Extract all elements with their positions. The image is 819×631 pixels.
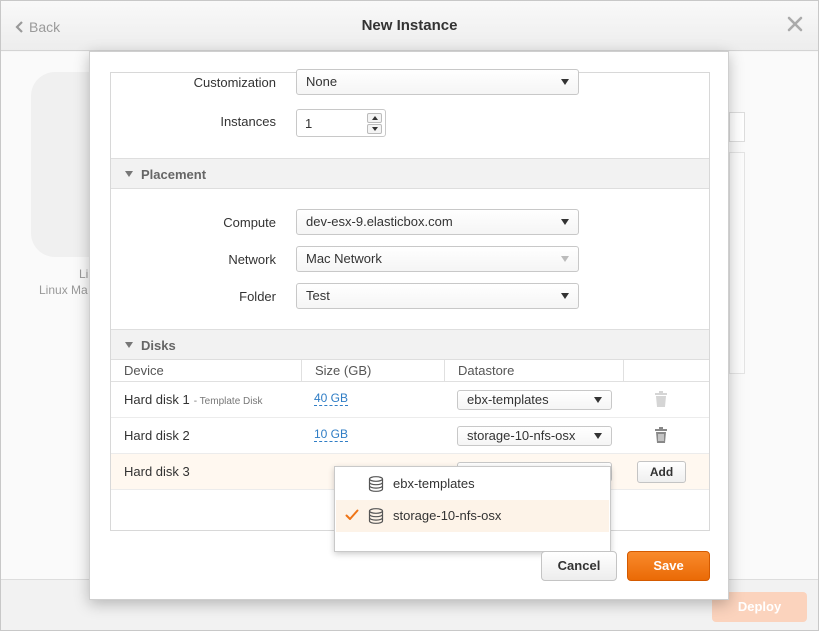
form-panel: Customization None Instances 1 Placement… — [110, 69, 710, 552]
box-card-subtitle: Linux Ma — [39, 283, 88, 297]
network-select[interactable]: Mac Network — [296, 246, 579, 272]
disk-device-name: Hard disk 2 — [124, 428, 190, 443]
template-disk-note: - Template Disk — [193, 396, 263, 407]
caret-down-icon — [594, 397, 602, 403]
customization-select[interactable]: None — [296, 69, 579, 95]
compute-value: dev-esx-9.elasticbox.com — [306, 214, 453, 229]
trash-icon — [655, 391, 667, 407]
placement-section-header[interactable]: Placement — [111, 158, 709, 189]
compute-label: Compute — [223, 215, 276, 230]
box-card-title: Li — [79, 267, 89, 281]
caret-down-icon — [561, 293, 569, 299]
disk-size-link[interactable]: 40 GB — [314, 392, 349, 406]
disk-device: Hard disk 1- Template Disk — [124, 392, 262, 407]
column-header: Device — [124, 363, 164, 378]
column-header: Size (GB) — [315, 363, 372, 378]
collapse-toggle-icon[interactable] — [125, 342, 133, 348]
cancel-button[interactable]: Cancel — [541, 551, 617, 581]
caret-down-icon — [372, 127, 378, 131]
option-label: storage-10-nfs-osx — [393, 508, 502, 523]
database-icon — [368, 508, 384, 524]
disks-section-header[interactable]: Disks — [111, 329, 709, 360]
disk-row: Hard disk 1- Template Disk 40 GB ebx-tem… — [111, 382, 709, 418]
disk-device: Hard disk 3 — [124, 464, 190, 479]
disk-device-name: Hard disk 1 — [124, 392, 190, 407]
option-label: ebx-templates — [393, 476, 475, 491]
instance-settings-dialog: Customization None Instances 1 Placement… — [89, 51, 729, 600]
column-divider — [301, 360, 302, 382]
disk-device: Hard disk 2 — [124, 428, 190, 443]
trash-icon[interactable] — [654, 427, 668, 443]
instances-stepper[interactable]: 1 — [296, 109, 386, 137]
background-field — [729, 112, 745, 142]
save-button[interactable]: Save — [627, 551, 710, 581]
folder-label: Folder — [239, 289, 276, 304]
disk-device-name: Hard disk 3 — [124, 464, 190, 479]
datastore-value: storage-10-nfs-osx — [467, 428, 576, 443]
column-divider — [444, 360, 445, 382]
column-header: Datastore — [458, 363, 515, 378]
caret-down-icon — [561, 219, 569, 225]
disks-table-header: Device Size (GB) Datastore — [111, 360, 709, 382]
database-icon — [368, 476, 384, 492]
folder-select[interactable]: Test — [296, 283, 579, 309]
increment-button[interactable] — [367, 113, 382, 123]
add-disk-button[interactable]: Add — [637, 461, 686, 483]
checkmark-icon — [345, 509, 359, 520]
network-value: Mac Network — [306, 251, 382, 266]
disk-size-link[interactable]: 10 GB — [314, 428, 349, 442]
datastore-value: ebx-templates — [467, 392, 549, 407]
folder-value: Test — [306, 288, 330, 303]
disk-row: Hard disk 2 10 GB storage-10-nfs-osx — [111, 418, 709, 454]
instances-label: Instances — [220, 114, 276, 129]
datastore-select[interactable]: storage-10-nfs-osx — [457, 426, 612, 446]
decrement-button[interactable] — [367, 124, 382, 134]
caret-down-icon — [594, 433, 602, 439]
dropdown-option[interactable]: ebx-templates — [336, 468, 609, 500]
caret-down-icon — [561, 79, 569, 85]
instances-value: 1 — [305, 116, 313, 131]
background-panel — [729, 152, 745, 374]
placement-title: Placement — [141, 167, 207, 182]
network-label: Network — [228, 252, 276, 267]
caret-down-icon — [561, 256, 569, 262]
collapse-toggle-icon[interactable] — [125, 171, 133, 177]
close-icon[interactable] — [786, 15, 804, 33]
dropdown-option-selected[interactable]: storage-10-nfs-osx — [336, 500, 609, 532]
datastore-dropdown-menu: ebx-templates storage-10-nfs-osx — [334, 466, 611, 552]
title-bar: Back New Instance — [1, 1, 818, 51]
column-divider — [623, 360, 624, 382]
caret-up-icon — [372, 116, 378, 120]
disks-title: Disks — [141, 338, 176, 353]
datastore-select[interactable]: ebx-templates — [457, 390, 612, 410]
customization-label: Customization — [193, 75, 276, 90]
customization-value: None — [306, 74, 338, 89]
window-title: New Instance — [361, 17, 458, 34]
compute-select[interactable]: dev-esx-9.elasticbox.com — [296, 209, 579, 235]
